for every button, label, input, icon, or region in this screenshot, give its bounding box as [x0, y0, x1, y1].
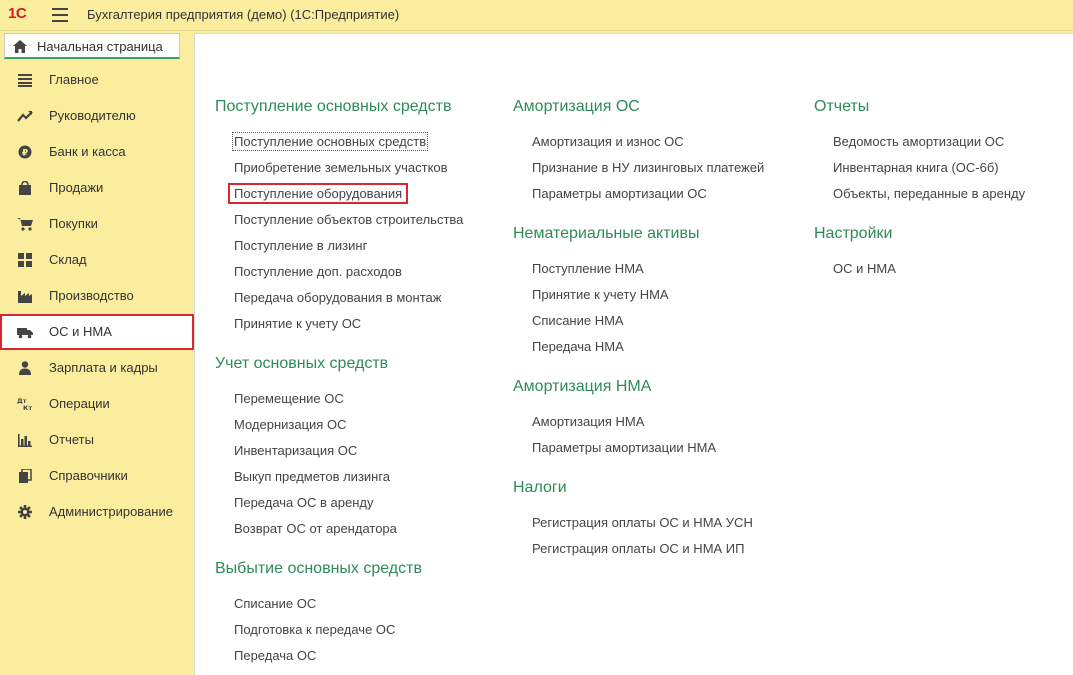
- link-item[interactable]: Модернизация ОС: [234, 417, 346, 432]
- sidebar-item-label: Производство: [49, 288, 134, 303]
- group-title: Амортизация НМА: [513, 378, 652, 395]
- link-item[interactable]: Регистрация оплаты ОС и НМА ИП: [532, 541, 745, 556]
- gear-icon: [18, 505, 32, 519]
- group-title: Нематериальные активы: [513, 225, 700, 242]
- sidebar-item-label: ОС и НМА: [49, 324, 112, 339]
- sidebar-item-salary[interactable]: Зарплата и кадры: [0, 350, 194, 386]
- svg-text:₽: ₽: [22, 149, 28, 159]
- group-title: Поступление основных средств: [215, 98, 452, 115]
- home-icon: [13, 40, 27, 53]
- sidebar-item-reports[interactable]: Отчеты: [0, 422, 194, 458]
- app-title: Бухгалтерия предприятия (демо) (1С:Предп…: [87, 7, 400, 22]
- link-item[interactable]: Поступление НМА: [532, 261, 644, 276]
- link-item[interactable]: Ведомость амортизации ОС: [833, 134, 1004, 149]
- sidebar-item-production[interactable]: Производство: [0, 278, 194, 314]
- sidebar-item-label: Зарплата и кадры: [49, 360, 158, 375]
- link-item[interactable]: Параметры амортизации НМА: [532, 440, 716, 455]
- title-bar: 1С Бухгалтерия предприятия (демо) (1С:Пр…: [0, 0, 1073, 31]
- link-item[interactable]: Поступление в лизинг: [234, 238, 367, 253]
- group-title: Выбытие основных средств: [215, 560, 422, 577]
- svg-text:Кт: Кт: [23, 404, 32, 411]
- sidebar-item-directories[interactable]: Справочники: [0, 458, 194, 494]
- link-item-highlighted[interactable]: Поступление оборудования: [228, 183, 409, 204]
- link-item[interactable]: Передача ОС: [234, 648, 316, 663]
- sidebar: Главное Руководителю ₽ Банк и касса Прод…: [0, 62, 194, 675]
- tab-home[interactable]: Начальная страница: [4, 33, 180, 59]
- truck-icon: [17, 328, 33, 339]
- sidebar-item-administration[interactable]: Администрирование: [0, 494, 194, 530]
- sidebar-item-label: Операции: [49, 396, 110, 411]
- link-item[interactable]: Передача оборудования в монтаж: [234, 290, 441, 305]
- sidebar-item-purchases[interactable]: Покупки: [0, 206, 194, 242]
- bar-chart-icon: [18, 434, 32, 447]
- link-item[interactable]: Инвентарная книга (ОС-6б): [833, 160, 999, 175]
- group-title: Настройки: [814, 225, 893, 242]
- link-item[interactable]: Передача НМА: [532, 339, 624, 354]
- hamburger-menu-icon[interactable]: [52, 8, 68, 22]
- list-icon: [18, 74, 32, 87]
- group-title: Отчеты: [814, 98, 870, 115]
- sidebar-item-os-nma[interactable]: ОС и НМА: [0, 314, 194, 350]
- link-item[interactable]: Принятие к учету НМА: [532, 287, 669, 302]
- link-item[interactable]: Списание НМА: [532, 313, 624, 328]
- link-item[interactable]: Принятие к учету ОС: [234, 316, 361, 331]
- sidebar-item-label: Руководителю: [49, 108, 136, 123]
- link-item[interactable]: Регистрация оплаты ОС и НМА УСН: [532, 515, 753, 530]
- link-item[interactable]: Поступление основных средств: [231, 132, 429, 151]
- sidebar-item-label: Склад: [49, 252, 87, 267]
- link-item[interactable]: Инвентаризация ОС: [234, 443, 357, 458]
- link-item[interactable]: Объекты, переданные в аренду: [833, 186, 1025, 201]
- link-item[interactable]: Параметры амортизации ОС: [532, 186, 707, 201]
- link-item[interactable]: Перемещение ОС: [234, 391, 344, 406]
- sidebar-item-sales[interactable]: Продажи: [0, 170, 194, 206]
- link-item[interactable]: Списание ОС: [234, 596, 316, 611]
- sidebar-item-label: Администрирование: [49, 504, 173, 519]
- sidebar-item-label: Отчеты: [49, 432, 94, 447]
- sidebar-item-label: Главное: [49, 72, 99, 87]
- sidebar-item-label: Покупки: [49, 216, 98, 231]
- link-item[interactable]: Передача ОС в аренду: [234, 495, 373, 510]
- link-item[interactable]: Подготовка к передаче ОС: [234, 622, 395, 637]
- link-item[interactable]: Возврат ОС от арендатора: [234, 521, 397, 536]
- group-title: Налоги: [513, 479, 567, 496]
- ruble-coin-icon: ₽: [18, 145, 32, 159]
- link-item[interactable]: Поступление доп. расходов: [234, 264, 402, 279]
- main-panel: Поступление основных средств Поступление…: [194, 33, 1073, 675]
- person-icon: [19, 361, 31, 375]
- group-title: Амортизация ОС: [513, 98, 640, 115]
- sidebar-item-main[interactable]: Главное: [0, 62, 194, 98]
- grid-icon: [18, 253, 32, 267]
- link-item[interactable]: ОС и НМА: [833, 261, 896, 276]
- sidebar-item-bank[interactable]: ₽ Банк и касса: [0, 134, 194, 170]
- sidebar-item-operations[interactable]: Дт Кт Операции: [0, 386, 194, 422]
- sidebar-item-label: Справочники: [49, 468, 128, 483]
- tab-home-label: Начальная страница: [37, 39, 163, 54]
- link-item[interactable]: Выкуп предметов лизинга: [234, 469, 390, 484]
- sidebar-item-warehouse[interactable]: Склад: [0, 242, 194, 278]
- link-item[interactable]: Амортизация и износ ОС: [532, 134, 684, 149]
- sidebar-item-label: Банк и касса: [49, 144, 126, 159]
- link-item[interactable]: Признание в НУ лизинговых платежей: [532, 160, 764, 175]
- sidebar-item-label: Продажи: [49, 180, 104, 195]
- books-icon: [19, 469, 32, 483]
- link-item[interactable]: Поступление объектов строительства: [234, 212, 463, 227]
- sidebar-item-manager[interactable]: Руководителю: [0, 98, 194, 134]
- trend-icon: [17, 111, 33, 122]
- link-item[interactable]: Амортизация НМА: [532, 414, 644, 429]
- bag-icon: [19, 181, 31, 195]
- cart-icon: [17, 218, 33, 231]
- factory-icon: [18, 291, 32, 303]
- group-title: Учет основных средств: [215, 355, 389, 372]
- link-item[interactable]: Приобретение земельных участков: [234, 160, 448, 175]
- dt-kt-icon: Дт Кт: [17, 397, 32, 411]
- 1c-logo: 1С: [8, 5, 27, 22]
